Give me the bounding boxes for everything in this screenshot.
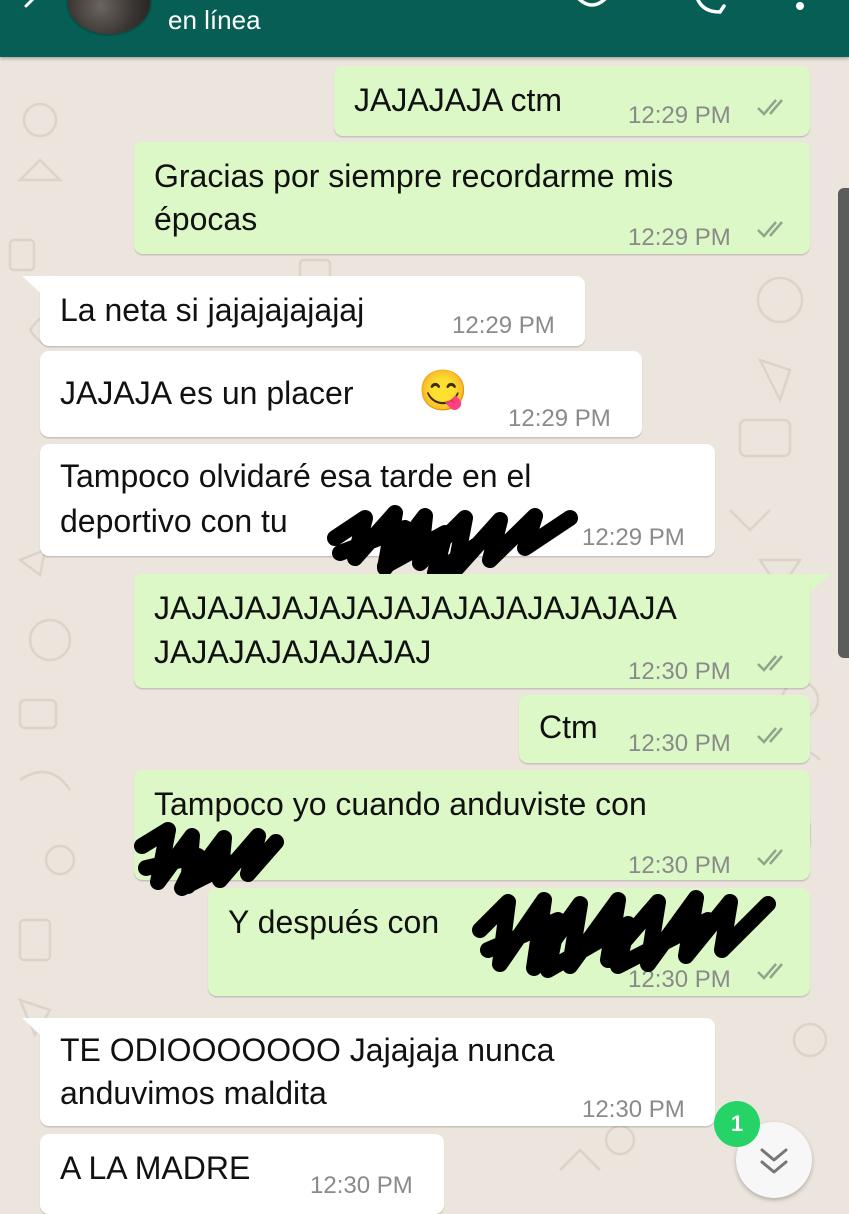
message-text-line: épocas xyxy=(154,201,258,237)
message-time: 12:30 PM xyxy=(582,1096,685,1123)
message-time: 12:30 PM xyxy=(310,1172,413,1199)
message-text-line: JAJAJAJAJAJAJAJ xyxy=(154,634,432,670)
redaction-scribble xyxy=(327,505,578,578)
message-time: 12:29 PM xyxy=(508,405,611,432)
message-bubble-incoming[interactable]: TE ODIOOOOOOO Jajajaja nunca anduvimos m… xyxy=(40,1018,715,1126)
message-time: 12:29 PM xyxy=(452,312,555,339)
redaction-scribble xyxy=(472,890,776,978)
message-text: Ctm xyxy=(539,709,598,745)
double-check-icon xyxy=(757,99,783,116)
message-text-line: deportivo con tu xyxy=(60,503,288,539)
message-text: La neta si jajajajajajaj xyxy=(60,292,365,328)
message-bubble-outgoing[interactable]: JAJAJAJA ctm 12:29 PM xyxy=(334,66,810,136)
video-call-icon[interactable] xyxy=(572,0,612,20)
message-time: 12:29 PM xyxy=(628,102,731,129)
message-time: 12:29 PM xyxy=(628,224,731,251)
message-text-line: Tampoco olvidaré esa tarde en el xyxy=(60,458,532,494)
message-text: A LA MADRE xyxy=(60,1150,251,1186)
message-text-line: Gracias por siempre recordarme mis xyxy=(154,158,674,194)
message-bubble-incoming[interactable]: A LA MADRE 12:30 PM xyxy=(40,1134,444,1214)
message-text: Y después con xyxy=(228,904,440,940)
chat-header: en línea xyxy=(0,0,849,57)
double-check-icon xyxy=(757,727,783,744)
message-text-line: JAJAJAJAJAJAJAJAJAJAJAJAJAJA xyxy=(154,590,677,626)
message-bubble-outgoing[interactable]: Gracias por siempre recordarme mis época… xyxy=(134,142,810,254)
message-text-line: TE ODIOOOOOOO Jajajaja nunca xyxy=(60,1032,555,1068)
voice-call-icon[interactable] xyxy=(690,0,730,20)
double-chevron-down-icon xyxy=(760,1148,788,1174)
unread-count-badge: 1 xyxy=(714,1101,760,1147)
double-check-icon xyxy=(757,849,783,866)
message-time: 12:30 PM xyxy=(628,730,731,757)
double-check-icon xyxy=(757,221,783,238)
redaction-scribble xyxy=(134,822,284,896)
message-bubble-outgoing[interactable]: Ctm 12:30 PM xyxy=(519,695,810,763)
more-options-icon[interactable] xyxy=(790,0,810,20)
message-time: 12:30 PM xyxy=(628,658,731,685)
message-text: JAJAJAJA ctm xyxy=(354,82,563,118)
scrollbar[interactable] xyxy=(838,188,849,658)
message-text-line: anduvimos maldita xyxy=(60,1075,327,1111)
message-bubble-incoming[interactable]: JAJAJA es un placer 😋 12:29 PM xyxy=(40,351,642,437)
contact-status: en línea xyxy=(168,5,261,35)
message-bubble-incoming[interactable]: La neta si jajajajajajaj 12:29 PM xyxy=(40,276,585,346)
message-text: JAJAJA es un placer xyxy=(60,375,354,411)
contact-avatar[interactable] xyxy=(66,0,152,36)
message-time: 12:29 PM xyxy=(582,524,685,551)
double-check-icon xyxy=(757,655,783,672)
back-arrow-icon[interactable] xyxy=(18,0,46,20)
yum-emoji: 😋 xyxy=(418,369,468,413)
message-bubble-outgoing[interactable]: JAJAJAJAJAJAJAJAJAJAJAJAJAJA JAJAJAJAJAJ… xyxy=(134,574,810,688)
